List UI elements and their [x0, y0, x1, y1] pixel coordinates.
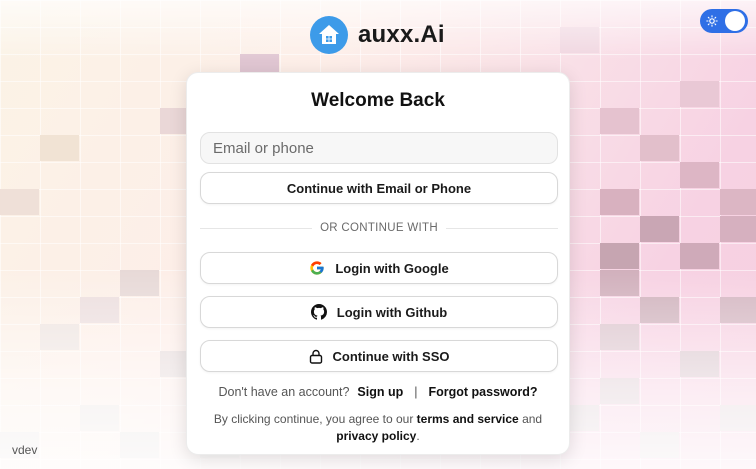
background-tile	[40, 135, 79, 161]
lock-icon	[309, 349, 323, 364]
background-tile	[0, 189, 39, 215]
no-account-text: Don't have an account?	[218, 385, 350, 399]
account-links: Don't have an account? Sign up | Forgot …	[187, 385, 569, 399]
background-tile	[680, 81, 719, 107]
github-login-button[interactable]: Login with Github	[200, 296, 558, 328]
continue-email-button[interactable]: Continue with Email or Phone	[200, 172, 558, 204]
google-login-label: Login with Google	[335, 260, 449, 276]
terms-link[interactable]: terms and service	[417, 412, 519, 426]
privacy-link[interactable]: privacy policy	[336, 429, 416, 443]
brand-header: auxx.Ai	[310, 16, 445, 54]
theme-toggle[interactable]	[700, 9, 748, 33]
legal-text: By clicking continue, you agree to our t…	[201, 411, 555, 445]
legal-and: and	[522, 412, 543, 426]
sso-login-label: Continue with SSO	[332, 348, 450, 364]
legal-prefix: By clicking continue, you agree to our	[213, 412, 414, 426]
background-tile	[640, 135, 679, 161]
brand-name: auxx.Ai	[358, 21, 445, 48]
background-tile	[600, 243, 639, 269]
github-login-label: Login with Github	[336, 304, 448, 320]
background-tile	[680, 243, 719, 269]
legal-suffix: .	[416, 429, 420, 443]
divider-label: OR CONTINUE WITH	[320, 222, 438, 234]
card-title: Welcome Back	[311, 90, 445, 111]
divider: OR CONTINUE WITH	[200, 221, 558, 235]
home-icon	[310, 16, 348, 54]
background-tile	[600, 108, 639, 134]
signup-link[interactable]: Sign up	[357, 385, 403, 399]
login-card: Welcome Back Continue with Email or Phon…	[186, 72, 570, 455]
sso-login-button[interactable]: Continue with SSO	[200, 340, 558, 372]
google-icon	[309, 260, 325, 276]
background-tile	[680, 162, 719, 188]
divider-line-right	[445, 227, 558, 229]
email-field[interactable]	[200, 132, 558, 164]
continue-email-label: Continue with Email or Phone	[286, 180, 472, 196]
sun-icon	[706, 15, 718, 27]
background-tile	[600, 189, 639, 215]
forgot-password-link[interactable]: Forgot password?	[429, 385, 538, 399]
version-tag: vdev	[12, 443, 38, 457]
google-login-button[interactable]: Login with Google	[200, 252, 558, 284]
divider-line-left	[200, 227, 313, 229]
github-icon	[310, 304, 327, 320]
link-separator: |	[414, 385, 418, 399]
toggle-knob	[725, 11, 745, 31]
background-tile	[640, 216, 679, 242]
background-tile	[720, 189, 756, 215]
background-tile	[720, 216, 756, 242]
